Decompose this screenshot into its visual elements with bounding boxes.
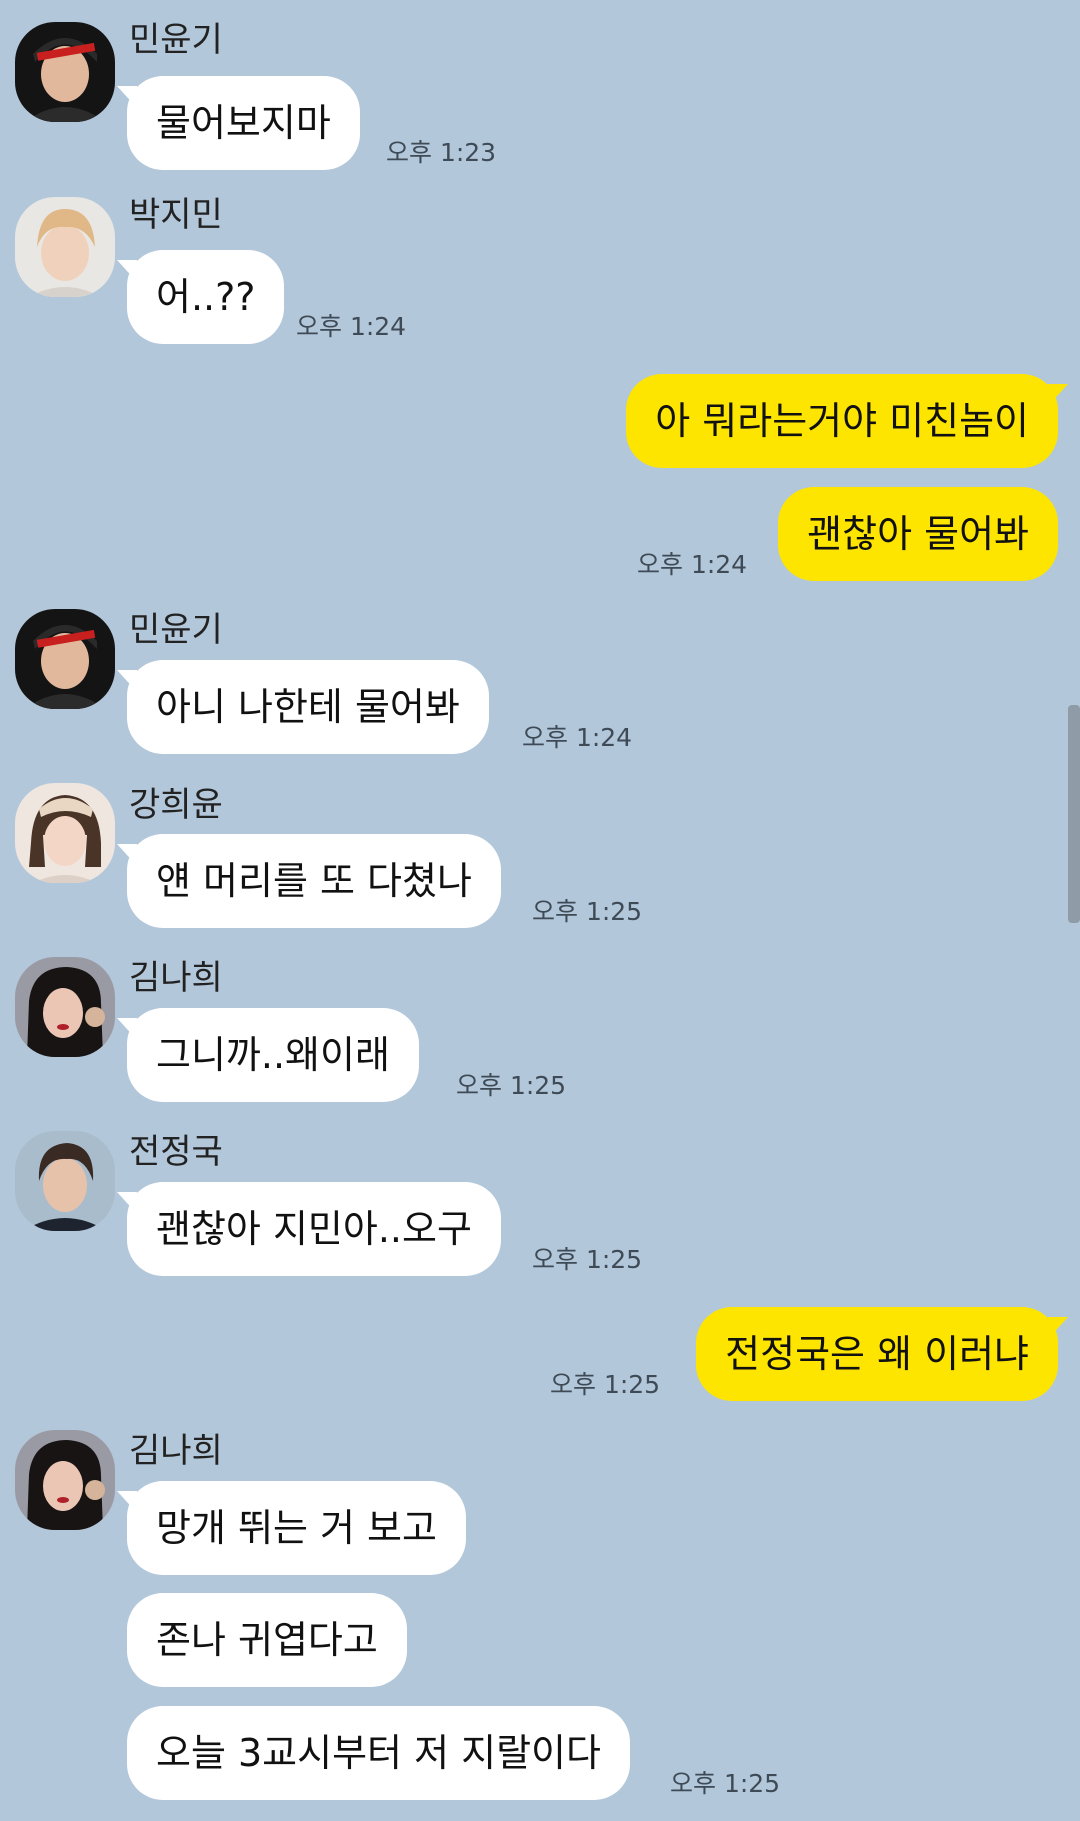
message-time: 오후 1:24: [637, 550, 748, 579]
profile-avatar-jeon-jungkook[interactable]: [15, 1131, 115, 1231]
profile-photo-icon: [15, 22, 115, 122]
message-bubble[interactable]: 괜찮아 지민아..오구: [117, 1182, 501, 1276]
message-bubble[interactable]: 얜 머리를 또 다쳤나: [117, 834, 501, 928]
message-bubble[interactable]: 그니까..왜이래: [117, 1008, 419, 1102]
message-bubble-outgoing[interactable]: 괜찮아 물어봐: [778, 487, 1058, 581]
profile-photo-icon: [15, 957, 115, 1057]
profile-avatar-kang-heeyun[interactable]: [15, 783, 115, 883]
profile-photo-icon: [15, 1131, 115, 1231]
message-bubble[interactable]: 망개 뛰는 거 보고: [117, 1481, 466, 1575]
message-time: 오후 1:25: [670, 1769, 781, 1798]
message-bubble-outgoing[interactable]: 아 뭐라는거야 미친놈이: [626, 374, 1068, 468]
message-time: 오후 1:25: [532, 1245, 643, 1274]
message-time: 오후 1:25: [550, 1370, 661, 1399]
sender-name: 민윤기: [129, 610, 223, 650]
message-time: 오후 1:24: [296, 312, 407, 341]
profile-photo-icon: [15, 609, 115, 709]
profile-avatar-min-yoongi[interactable]: [15, 22, 115, 122]
profile-avatar-kim-nahee[interactable]: [15, 1430, 115, 1530]
sender-name: 민윤기: [129, 20, 223, 60]
profile-avatar-park-jimin[interactable]: [15, 197, 115, 297]
profile-avatar-min-yoongi[interactable]: [15, 609, 115, 709]
profile-photo-icon: [15, 1430, 115, 1530]
message-bubble[interactable]: 존나 귀엽다고: [127, 1593, 407, 1687]
message-time: 오후 1:25: [532, 897, 643, 926]
sender-name: 김나희: [129, 958, 223, 998]
message-bubble[interactable]: 오늘 3교시부터 저 지랄이다: [127, 1706, 630, 1800]
message-time: 오후 1:23: [386, 138, 497, 167]
message-bubble[interactable]: 물어보지마: [117, 76, 360, 170]
chat-area: 민윤기 물어보지마 오후 1:23 박지민 어..?? 오후 1:24 아 뭐라…: [0, 0, 1080, 1821]
sender-name: 박지민: [129, 195, 223, 235]
message-time: 오후 1:24: [522, 723, 633, 752]
sender-name: 전정국: [129, 1132, 223, 1172]
sender-name: 강희윤: [129, 785, 223, 825]
message-time: 오후 1:25: [456, 1071, 567, 1100]
message-bubble[interactable]: 아니 나한테 물어봐: [117, 660, 489, 754]
profile-photo-icon: [15, 197, 115, 297]
scrollbar-thumb[interactable]: [1068, 705, 1080, 923]
profile-avatar-kim-nahee[interactable]: [15, 957, 115, 1057]
sender-name: 김나희: [129, 1431, 223, 1471]
message-bubble-outgoing[interactable]: 전정국은 왜 이러냐: [696, 1307, 1068, 1401]
profile-photo-icon: [15, 783, 115, 883]
message-bubble[interactable]: 어..??: [116, 250, 285, 344]
